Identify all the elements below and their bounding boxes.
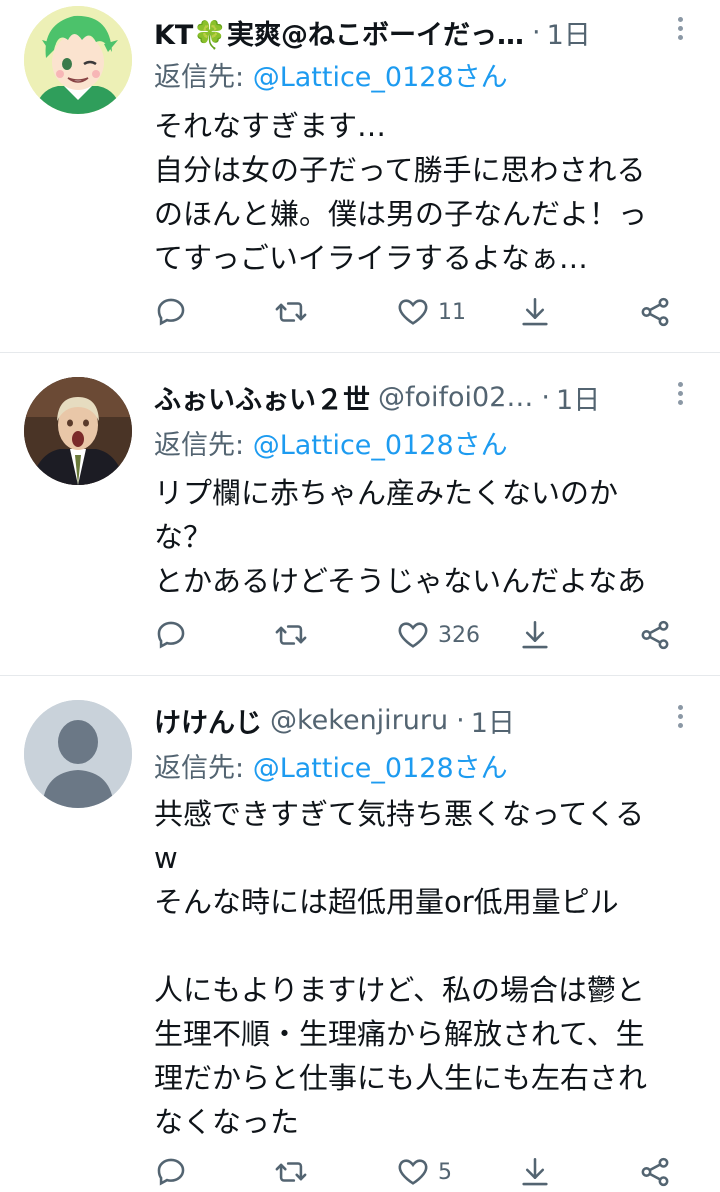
tweet-line — [154, 924, 690, 968]
tweet-header: けけんじ @kekenjiruru · 1日 — [154, 698, 650, 742]
like-button[interactable]: 326 — [396, 615, 480, 655]
bookmark-icon — [522, 620, 548, 649]
like-count: 11 — [438, 299, 466, 325]
reply-handle-link[interactable]: @Lattice_0128さん — [253, 430, 508, 461]
tweet-line: 自分は女の子だって勝手に思わされる — [154, 153, 646, 187]
share-icon — [641, 620, 669, 650]
bookmark-icon — [522, 297, 548, 326]
retweet-button[interactable] — [274, 615, 316, 655]
tweet-line: 人にもよりますけど、私の場合は鬱と — [154, 973, 645, 1007]
bookmark-button[interactable] — [518, 615, 552, 655]
share-button[interactable] — [638, 1152, 672, 1192]
like-button[interactable]: 5 — [396, 1152, 452, 1192]
avatar-photo-image — [24, 377, 132, 485]
reply-handle-link[interactable]: @Lattice_0128さん — [253, 62, 508, 93]
avatar-anime-boy-image — [24, 6, 132, 114]
display-name[interactable]: KT🍀実爽@ねこボーイだっ… — [154, 13, 524, 52]
retweet-icon — [275, 1162, 307, 1182]
tweet-line: な？ — [154, 520, 213, 554]
tweet-line: とかあるけどそうじゃないんだよなあ — [154, 564, 647, 598]
display-name[interactable]: ふぉいふぉい２世 — [154, 378, 370, 417]
tweet-line: なくなった — [154, 1105, 300, 1139]
more-icon[interactable] — [670, 375, 690, 411]
share-button[interactable] — [638, 615, 672, 655]
avatar[interactable] — [24, 377, 132, 485]
like-icon — [398, 299, 428, 325]
action-bar: 326 — [154, 615, 694, 655]
action-bar: 11 — [154, 292, 694, 332]
retweet-button[interactable] — [274, 1152, 316, 1192]
timestamp[interactable]: 1日 — [471, 701, 515, 740]
share-icon — [641, 1157, 669, 1187]
tweet-line: そんな時には超低用量or低用量ピル — [154, 885, 619, 919]
tweet-header: ふぉいふぉい２世 @foifoi02… · 1日 — [154, 375, 650, 419]
tweet-line: 共感できすぎて気持ち悪くなってくる — [154, 797, 645, 831]
like-count: 5 — [438, 1159, 452, 1185]
separator-dot: · — [456, 704, 465, 736]
avatar[interactable] — [24, 700, 132, 808]
retweet-button[interactable] — [274, 292, 316, 332]
user-handle[interactable]: @kekenjiruru — [270, 705, 448, 736]
tweet-header: KT🍀実爽@ねこボーイだっ… · 1日 — [154, 10, 650, 54]
reply-button[interactable] — [154, 615, 196, 655]
reply-prefix: 返信先: — [154, 62, 253, 93]
reply-context: 返信先: @Lattice_0128さん — [154, 55, 508, 94]
share-button[interactable] — [638, 292, 672, 332]
reply-button[interactable] — [154, 292, 196, 332]
tweet-line: w — [154, 841, 178, 875]
tweet-line: のほんと嫌。僕は男の子なんだよ！っ — [154, 197, 648, 231]
action-bar: 5 — [154, 1152, 694, 1192]
retweet-icon — [275, 625, 307, 645]
reply-handle-link[interactable]: @Lattice_0128さん — [253, 753, 508, 784]
tweet-text: 共感できすぎて気持ち悪くなってくる w そんな時には超低用量or低用量ピル 人に… — [154, 792, 690, 1144]
like-icon — [398, 1159, 428, 1185]
reply-context: 返信先: @Lattice_0128さん — [154, 423, 508, 462]
retweet-icon — [275, 302, 307, 322]
tweet-line: 生理不順・生理痛から解放されて、生 — [154, 1017, 645, 1051]
like-icon — [398, 622, 428, 648]
tweet-line: リプ欄に赤ちゃん産みたくないのか — [154, 476, 619, 510]
more-icon[interactable] — [670, 10, 690, 46]
tweet[interactable]: ふぉいふぉい２世 @foifoi02… · 1日 返信先: @Lattice_0… — [0, 353, 720, 675]
more-icon[interactable] — [670, 698, 690, 734]
bookmark-icon — [522, 1157, 548, 1186]
bookmark-button[interactable] — [518, 1152, 552, 1192]
share-icon — [641, 297, 669, 327]
reply-icon — [157, 1158, 185, 1186]
default-avatar-icon — [24, 700, 132, 808]
separator-dot: · — [531, 16, 541, 48]
tweet[interactable]: けけんじ @kekenjiruru · 1日 返信先: @Lattice_012… — [0, 676, 720, 1188]
tweet-line: てすっごいイライラするよなぁ… — [154, 241, 588, 275]
reply-icon — [157, 298, 185, 326]
reply-button[interactable] — [154, 1152, 196, 1192]
like-button[interactable]: 11 — [396, 292, 466, 332]
reply-prefix: 返信先: — [154, 430, 253, 461]
reply-context: 返信先: @Lattice_0128さん — [154, 746, 508, 785]
tweet-line: それなすぎます… — [154, 109, 387, 143]
separator-dot: · — [541, 381, 551, 413]
tweet[interactable]: KT🍀実爽@ねこボーイだっ… · 1日 返信先: @Lattice_0128さん… — [0, 0, 720, 352]
reply-icon — [157, 621, 185, 649]
timestamp[interactable]: 1日 — [547, 13, 591, 52]
tweet-line: 理だからと仕事にも人生にも左右され — [154, 1061, 648, 1095]
like-count: 326 — [438, 622, 480, 648]
bookmark-button[interactable] — [518, 292, 552, 332]
user-handle[interactable]: @foifoi02… — [378, 382, 533, 413]
tweet-text: それなすぎます… 自分は女の子だって勝手に思わされる のほんと嫌。僕は男の子なん… — [154, 104, 690, 280]
display-name[interactable]: けけんじ — [154, 701, 262, 740]
avatar[interactable] — [24, 6, 132, 114]
reply-prefix: 返信先: — [154, 753, 253, 784]
tweet-text: リプ欄に赤ちゃん産みたくないのか な？ とかあるけどそうじゃないんだよなあ — [154, 471, 690, 603]
timestamp[interactable]: 1日 — [556, 378, 600, 417]
